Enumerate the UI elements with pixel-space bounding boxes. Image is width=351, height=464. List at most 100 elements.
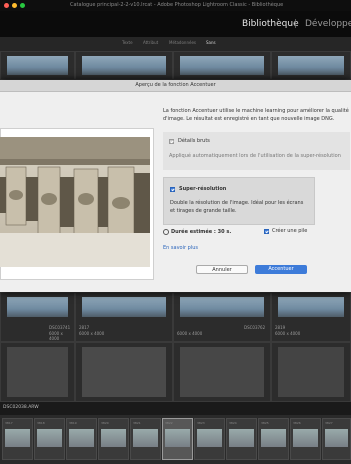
cell-filename: 2819 [275,325,286,330]
filmstrip-filename[interactable]: DSC02038.ARW [3,405,39,410]
grid-cell[interactable]: DSC03762 6000 x 4000 [173,292,271,342]
thumb-label: 3825 [261,421,269,425]
grid-cell[interactable]: DSC03741 6000 x 4000 [0,292,75,342]
photo-thumbnail [82,297,166,317]
photo-thumbnail [37,429,62,447]
photo-thumbnail [7,347,68,397]
super-resolution-box: Super-résolution Double la résolution de… [163,177,315,225]
filmstrip-header: DSC02038.ARW [0,402,351,415]
photo-thumbnail [82,347,166,397]
cancel-button[interactable]: Annuler [196,265,248,274]
thumb-label: 3817 [5,421,13,425]
photo-thumbnail [82,56,166,75]
learn-more-link[interactable]: En savoir plus [163,244,198,252]
filter-attribute[interactable]: Attribut [143,40,158,45]
dialog-intro-line1: La fonction Accentuer utilise le machine… [163,108,349,114]
raw-details-label: Détails bruts [178,138,210,144]
cell-dimensions: 6000 x 4000 [79,331,105,336]
photo-thumbnail [165,429,190,447]
module-develop[interactable]: Développer [305,19,351,29]
grid-cell[interactable]: 2819 6000 x 4000 [271,292,351,342]
thumb-label: 3824 [229,421,237,425]
grid-cell[interactable] [173,342,271,402]
thumb-label: 3822 [165,421,173,425]
filter-none[interactable]: Sans [206,40,216,45]
filmstrip-thumb[interactable]: 3825 [258,418,289,460]
filmstrip-thumb[interactable]: 3817 [2,418,33,460]
thumb-label: 3821 [133,421,141,425]
filmstrip: 3817 3818 3819 3820 3821 3822 3823 3824 … [0,415,351,464]
super-resolution-label: Super-résolution [179,186,227,192]
grid-cell[interactable] [271,51,351,80]
module-library[interactable]: Bibliothèque [242,19,299,29]
thumb-label: 3827 [325,421,333,425]
thumb-label: 3823 [197,421,205,425]
raw-details-checkbox[interactable] [169,139,174,144]
filmstrip-thumb-selected[interactable]: 3822 [162,418,193,460]
grid-cell[interactable]: 2817 6000 x 4000 [75,292,173,342]
window-titlebar: Catalogue principal-2-2-v10.lrcat - Adob… [0,0,351,11]
thumb-label: 3818 [37,421,45,425]
preview-image[interactable] [0,137,150,267]
raw-details-box: Détails bruts Appliqué automatiquement l… [163,132,350,170]
grid-cell[interactable] [75,51,173,80]
dialog-title: Aperçu de la fonction Accentuer [135,82,216,88]
photo-thumbnail [293,429,318,447]
estimated-duration: Durée estimée : 30 s. [171,229,232,235]
filmstrip-thumb[interactable]: 3818 [34,418,65,460]
grid-cell[interactable] [75,342,173,402]
enhance-button[interactable]: Accentuer [255,265,307,274]
module-picker: Bibliothèque | Développer [0,11,351,37]
photo-thumbnail [7,297,68,317]
grid-cell[interactable] [0,51,75,80]
cell-dimensions: 6000 x 4000 [177,331,203,336]
photo-thumbnail [325,429,348,447]
photo-thumbnail [180,347,264,397]
dialog-intro-line2: d'image. Le résultat est enregistré en t… [163,116,335,122]
timer-icon [163,229,169,235]
cell-filename: DSC03741 [49,325,71,330]
cell-filename: DSC03762 [244,325,266,330]
filmstrip-thumb[interactable]: 3826 [290,418,321,460]
thumb-label: 3826 [293,421,301,425]
photo-thumbnail [180,56,264,75]
dialog-titlebar: Aperçu de la fonction Accentuer [0,80,351,92]
create-stack-checkbox[interactable] [264,229,269,234]
module-separator: | [294,19,298,29]
filmstrip-thumb[interactable]: 3820 [98,418,129,460]
photo-thumbnail [5,429,30,447]
grid-cell[interactable] [271,342,351,402]
photo-thumbnail [197,429,222,447]
grid-cell[interactable] [0,342,75,402]
super-resolution-desc-line2: et tirages de grande taille. [170,208,237,214]
photo-thumbnail [7,56,68,75]
photo-thumbnail [101,429,126,447]
thumb-label: 3820 [101,421,109,425]
cell-filename: 2817 [79,325,90,330]
photo-thumbnail [278,56,344,75]
minimize-window-button[interactable] [12,3,17,8]
photo-thumbnail [278,297,344,317]
photo-thumbnail [229,429,254,447]
library-filter-bar: Texte Attribut Métadonnées Sans [0,37,351,51]
filter-metadata[interactable]: Métadonnées [169,40,196,45]
thumb-label: 3819 [69,421,77,425]
filter-text[interactable]: Texte [122,40,133,45]
filmstrip-thumb[interactable]: 3827 [322,418,351,460]
photo-thumbnail [133,429,158,447]
close-window-button[interactable] [4,3,9,8]
filmstrip-thumb[interactable]: 3823 [194,418,225,460]
grid-cell[interactable] [173,51,271,80]
raw-details-description: Appliqué automatiquement lors de l'utili… [169,153,341,159]
photo-thumbnail [278,347,344,397]
photo-thumbnail [261,429,286,447]
cell-dimensions: 6000 x 4000 [49,331,63,341]
super-resolution-checkbox[interactable] [170,187,175,192]
filmstrip-thumb[interactable]: 3819 [66,418,97,460]
window-title: Catalogue principal-2-2-v10.lrcat - Adob… [70,2,284,8]
zoom-window-button[interactable] [20,3,25,8]
filmstrip-thumb[interactable]: 3821 [130,418,161,460]
filmstrip-thumb[interactable]: 3824 [226,418,257,460]
photo-thumbnail [69,429,94,447]
create-stack-label: Créer une pile [272,228,308,234]
